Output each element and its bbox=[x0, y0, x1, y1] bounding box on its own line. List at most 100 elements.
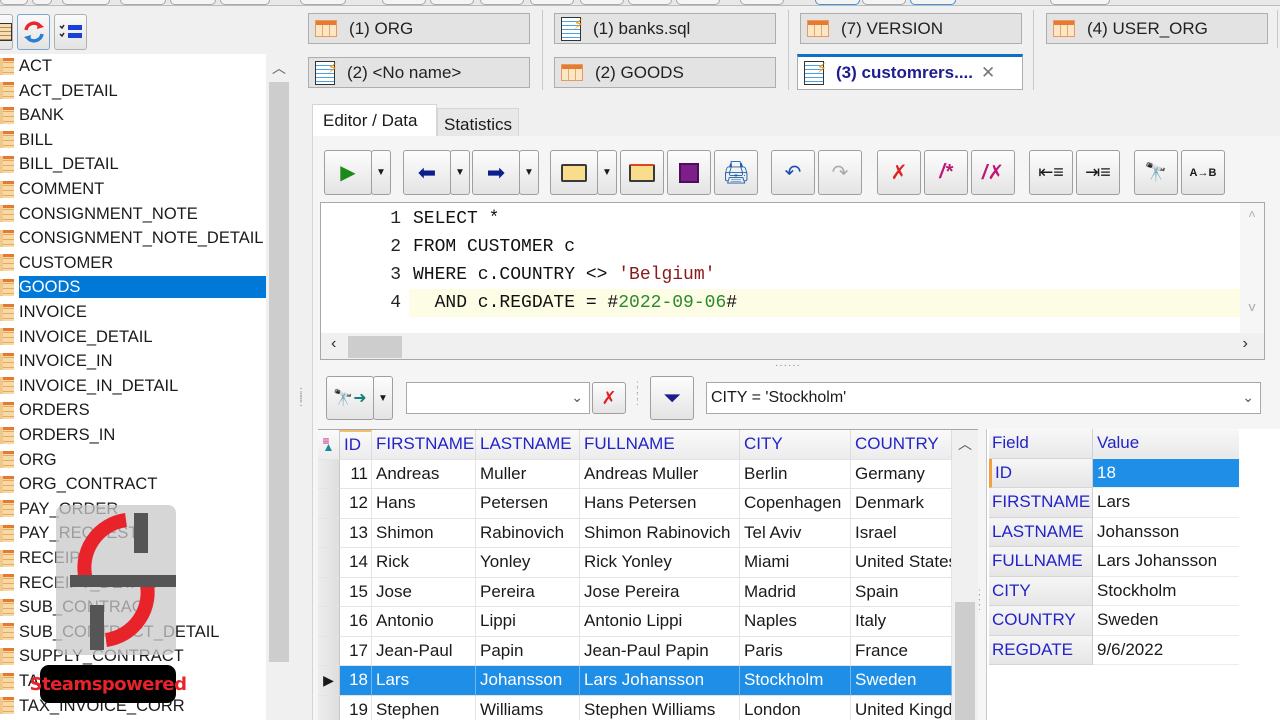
toolbar-stub[interactable] bbox=[862, 0, 906, 5]
grid-cell[interactable]: Shimon Rabinovich bbox=[580, 518, 740, 548]
record-field-value[interactable]: Johansson bbox=[1093, 518, 1239, 547]
table-list-item[interactable]: COMMENT bbox=[0, 177, 266, 201]
row-indicator[interactable] bbox=[318, 518, 340, 548]
grid-cell[interactable]: United Kingdom bbox=[851, 695, 952, 720]
grid-cell[interactable]: Rick bbox=[372, 548, 476, 578]
record-field-value[interactable]: Sweden bbox=[1093, 606, 1239, 636]
chevron-left-icon[interactable]: ‹ bbox=[329, 335, 339, 353]
record-row[interactable]: LASTNAME Johansson bbox=[989, 517, 1239, 547]
grid-cell[interactable]: Hans bbox=[372, 489, 476, 519]
document-tab[interactable]: (7) VERSION bbox=[800, 13, 1022, 44]
grid-cell[interactable]: Lars bbox=[372, 666, 476, 696]
scrollbar-thumb[interactable] bbox=[348, 336, 402, 358]
grid-cell[interactable]: London bbox=[740, 695, 851, 720]
sql-editor[interactable]: 1 SELECT * 2 FROM CUSTOMER c 3 WHERE c.COUNTR… bbox=[320, 202, 1265, 360]
grid-cell[interactable]: France bbox=[851, 636, 952, 666]
column-header[interactable]: FIRSTNAME bbox=[372, 430, 476, 460]
back-dropdown[interactable]: ▼ bbox=[450, 150, 470, 195]
replace-button[interactable]: A→B bbox=[1181, 150, 1225, 195]
back-button[interactable]: ⬅ bbox=[403, 150, 451, 195]
close-icon[interactable]: ✕ bbox=[981, 63, 995, 83]
grid-cell[interactable]: 16 bbox=[340, 607, 372, 637]
tab-statistics[interactable]: Statistics bbox=[437, 108, 519, 136]
table-list-item[interactable]: ACT_DETAIL bbox=[0, 79, 266, 103]
table-list-item[interactable]: CUSTOMER bbox=[0, 251, 266, 275]
checklist-button[interactable] bbox=[54, 14, 87, 50]
grid-cell[interactable]: Andreas bbox=[372, 459, 476, 489]
table-row[interactable]: 19 Stephen Williams Stephen Williams London U… bbox=[318, 695, 952, 720]
editor-vertical-scrollbar[interactable]: ^ v bbox=[1240, 203, 1264, 333]
document-tab[interactable]: (1) ORG bbox=[308, 13, 530, 44]
print-button[interactable]: 🖨 bbox=[714, 150, 758, 195]
grid-cell[interactable]: Jean-Paul bbox=[372, 636, 476, 666]
comment-toggle-button[interactable]: /* bbox=[924, 150, 968, 195]
grid-cell[interactable]: 12 bbox=[340, 489, 372, 519]
row-indicator[interactable] bbox=[318, 695, 340, 720]
table-list-item[interactable]: INVOICE_DETAIL bbox=[0, 325, 266, 349]
document-tab[interactable]: (4) USER_ORG bbox=[1046, 13, 1268, 44]
chevron-down-icon[interactable]: ⌄ bbox=[571, 389, 583, 406]
grid-cell[interactable]: Paris bbox=[740, 636, 851, 666]
grid-cell[interactable]: Hans Petersen bbox=[580, 489, 740, 519]
record-field-value[interactable]: Lars bbox=[1093, 488, 1239, 518]
table-list-item[interactable]: BILL bbox=[0, 128, 266, 152]
run-dropdown[interactable]: ▼ bbox=[371, 150, 391, 195]
document-tab[interactable]: (1) banks.sql bbox=[554, 13, 776, 44]
table-list-item[interactable]: ORG bbox=[0, 448, 266, 472]
table-row[interactable]: ▶ 18 Lars Johansson Lars Johansson Stockholm S… bbox=[318, 666, 952, 696]
outdent-button[interactable]: ⇤≡ bbox=[1029, 150, 1073, 195]
toolbar-stub[interactable] bbox=[676, 0, 720, 5]
table-row[interactable]: 14 Rick Yonley Rick Yonley Miami United State… bbox=[318, 548, 952, 578]
table-list-item[interactable]: BILL_DETAIL bbox=[0, 152, 266, 176]
grid-cell[interactable]: Jose bbox=[372, 577, 476, 607]
table-row[interactable]: 12 Hans Petersen Hans Petersen Copenhagen Den… bbox=[318, 489, 952, 519]
column-header[interactable]: LASTNAME bbox=[476, 430, 580, 460]
open-dropdown[interactable]: ▼ bbox=[597, 150, 617, 195]
toolbar-stub[interactable] bbox=[530, 0, 574, 5]
grid-cell[interactable]: Andreas Muller bbox=[580, 459, 740, 489]
grid-cell[interactable]: Williams bbox=[476, 695, 580, 720]
field-column-header[interactable]: Field bbox=[989, 429, 1093, 459]
clipboard-button[interactable] bbox=[0, 14, 13, 50]
open-button[interactable] bbox=[550, 150, 598, 195]
row-indicator[interactable] bbox=[318, 636, 340, 666]
grid-vertical-scrollbar[interactable]: ︿ bbox=[952, 430, 978, 720]
grid-cell[interactable]: Spain bbox=[851, 577, 952, 607]
grid-cell[interactable]: Naples bbox=[740, 607, 851, 637]
horizontal-splitter[interactable]: ······ bbox=[775, 360, 801, 371]
grid-cell[interactable]: Denmark bbox=[851, 489, 952, 519]
chevron-up-icon[interactable]: ︿ bbox=[952, 434, 978, 454]
toolbar-stub[interactable] bbox=[220, 0, 270, 5]
grid-cell[interactable]: Stockholm bbox=[740, 666, 851, 696]
table-list-item[interactable]: INVOICE bbox=[0, 300, 266, 324]
toolbar-stub[interactable] bbox=[815, 0, 860, 5]
find-button[interactable]: 🔭 bbox=[1134, 150, 1178, 195]
toolbar-stub[interactable] bbox=[300, 0, 346, 5]
column-header[interactable]: FULLNAME bbox=[580, 430, 740, 460]
record-field-value[interactable]: Lars Johansson bbox=[1093, 547, 1239, 577]
row-indicator[interactable] bbox=[318, 489, 340, 519]
toolbar-stub[interactable] bbox=[910, 0, 956, 5]
table-list-item[interactable]: INVOICE_IN_DETAIL bbox=[0, 374, 266, 398]
grid-cell[interactable]: 18 bbox=[340, 666, 372, 696]
grid-cell[interactable]: Rabinovich bbox=[476, 518, 580, 548]
grid-cell[interactable]: United States bbox=[851, 548, 952, 578]
toolbar-stub[interactable] bbox=[0, 0, 28, 5]
grid-cell[interactable]: Berlin bbox=[740, 459, 851, 489]
clear-search-button[interactable]: ✗ bbox=[592, 382, 626, 414]
vertical-splitter[interactable]: ⋮ ⋮ ⋮ bbox=[296, 388, 306, 430]
chevron-up-icon[interactable]: ^ bbox=[1240, 209, 1264, 224]
grid-cell[interactable]: Antonio Lippi bbox=[580, 607, 740, 637]
table-list-item[interactable]: ORG_CONTRACT bbox=[0, 472, 266, 496]
document-tab[interactable]: (2) <No name> bbox=[308, 57, 530, 88]
table-list-item[interactable]: ORDERS_IN bbox=[0, 423, 266, 447]
chevron-down-icon[interactable]: ⌄ bbox=[1242, 389, 1254, 406]
row-indicator[interactable]: ▶ bbox=[318, 666, 340, 696]
table-list-item[interactable]: CONSIGNMENT_NOTE_DETAIL bbox=[0, 226, 266, 250]
toolbar-stub[interactable] bbox=[740, 0, 784, 5]
grid-cell[interactable]: Jose Pereira bbox=[580, 577, 740, 607]
chevron-right-icon[interactable]: › bbox=[1240, 335, 1250, 353]
value-column-header[interactable]: Value bbox=[1093, 429, 1239, 459]
code-line[interactable]: 3 WHERE c.COUNTRY <> 'Belgium' bbox=[321, 261, 1241, 289]
document-tab[interactable]: (3) customrers.... ✕ bbox=[797, 54, 1023, 90]
